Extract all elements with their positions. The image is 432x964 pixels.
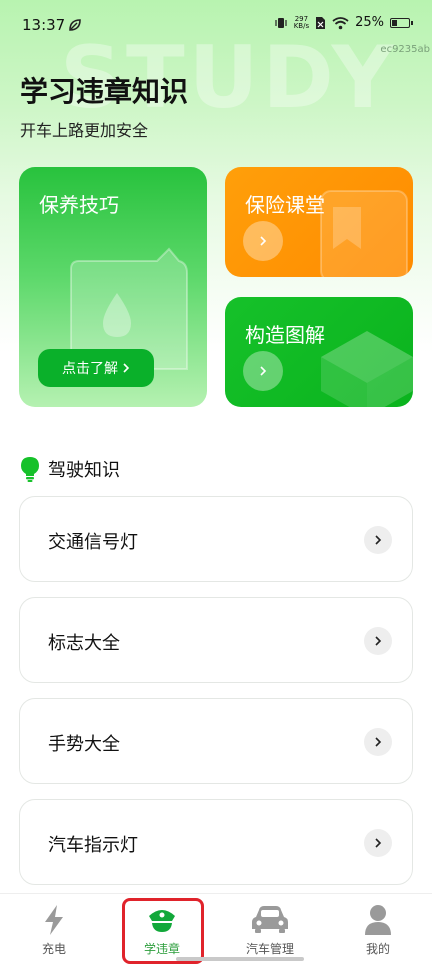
insurance-go-button[interactable] — [243, 221, 283, 261]
battery-icon — [390, 17, 413, 28]
tab-label: 汽车管理 — [245, 942, 294, 956]
driving-knowledge-header: 驾驶知识 — [20, 456, 120, 482]
active-tab-highlight — [122, 898, 204, 964]
status-right: 297 KB/s 25% — [274, 14, 413, 30]
tab-label: 充电 — [41, 942, 66, 956]
structure-go-button[interactable] — [243, 351, 283, 391]
chevron-right-icon — [364, 728, 392, 756]
tab-charging[interactable]: 充电 — [0, 894, 108, 964]
page-title: 学习违章知识 — [20, 75, 189, 108]
chevron-right-icon — [260, 366, 267, 376]
list-item-label: 交通信号灯 — [48, 532, 138, 553]
network-speed: 297 KB/s — [293, 14, 310, 30]
chevron-right-icon — [364, 526, 392, 554]
home-indicator[interactable] — [176, 957, 304, 961]
list-item-traffic-signs[interactable]: 标志大全 — [19, 597, 413, 683]
maintenance-tips-card[interactable]: 保养技巧 点击了解 — [19, 167, 207, 407]
learn-more-button[interactable]: 点击了解 — [38, 349, 154, 387]
sim-icon — [316, 16, 326, 29]
chevron-right-icon — [364, 829, 392, 857]
wifi-icon — [332, 16, 349, 29]
leaf-icon — [69, 19, 81, 31]
list-item-label: 汽车指示灯 — [48, 835, 138, 856]
chevron-right-icon — [260, 236, 267, 246]
lightning-icon — [45, 905, 63, 935]
structure-diagram-card[interactable]: 构造图解 — [225, 297, 413, 407]
person-icon — [365, 905, 391, 935]
list-item-traffic-lights[interactable]: 交通信号灯 — [19, 496, 413, 582]
tab-car-management[interactable]: 汽车管理 — [216, 894, 324, 964]
list-item-label: 手势大全 — [48, 734, 120, 755]
vibrate-icon — [275, 17, 287, 28]
chevron-right-icon — [364, 627, 392, 655]
insurance-card-title: 保险课堂 — [245, 193, 325, 217]
bottom-tab-bar: 充电 学违章 汽车管理 我的 — [0, 893, 432, 964]
section-title: 驾驶知识 — [48, 460, 120, 481]
list-item-label: 标志大全 — [48, 633, 120, 654]
tab-label: 我的 — [365, 942, 390, 956]
list-item-hand-signals[interactable]: 手势大全 — [19, 698, 413, 784]
bookmark-card-icon — [320, 190, 408, 277]
cube-icon — [321, 331, 413, 407]
chevron-right-icon — [123, 363, 130, 373]
page-subtitle: 开车上路更加安全 — [20, 121, 149, 140]
status-time: 13:37 — [22, 16, 66, 34]
status-bar: 13:37 297 KB/s 25% — [0, 0, 432, 50]
car-icon — [252, 906, 288, 933]
tab-profile[interactable]: 我的 — [324, 894, 432, 964]
battery-level: 25% — [355, 15, 384, 30]
lightbulb-icon — [21, 457, 39, 482]
maintenance-card-title: 保养技巧 — [39, 193, 119, 217]
insurance-class-card[interactable]: 保险课堂 — [225, 167, 413, 277]
structure-card-title: 构造图解 — [245, 323, 325, 347]
list-item-dashboard-lights[interactable]: 汽车指示灯 — [19, 799, 413, 885]
